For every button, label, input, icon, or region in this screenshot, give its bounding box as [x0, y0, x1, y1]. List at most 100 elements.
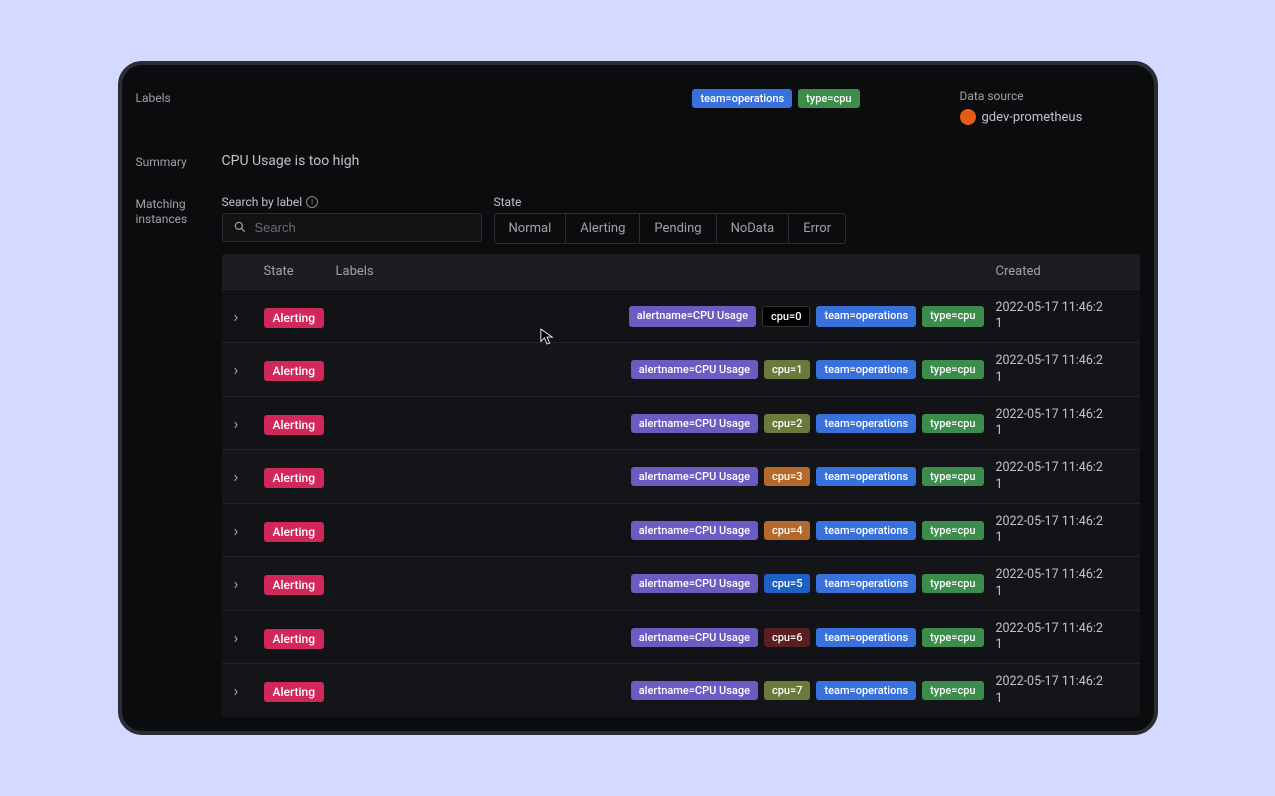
state-tab-pending[interactable]: Pending — [640, 214, 716, 243]
data-source-title: Data source — [960, 89, 1140, 103]
info-icon[interactable]: i — [306, 196, 318, 208]
header-created: Created — [996, 264, 1128, 279]
expand-chevron-icon[interactable]: › — [234, 360, 239, 379]
header-state: State — [264, 264, 320, 279]
label-badge: alertname=CPU Usage — [631, 521, 758, 540]
state-badge: Alerting — [264, 361, 325, 381]
expand-chevron-icon[interactable]: › — [234, 307, 239, 326]
app-window: Labels team=operations type=cpu Data sour… — [118, 61, 1158, 735]
label-badge: type=cpu — [922, 628, 983, 647]
state-badge: Alerting — [264, 468, 325, 488]
label-badge: team=operations — [816, 681, 916, 700]
label-badge: type=cpu — [922, 521, 983, 540]
header-labels: Labels — [332, 264, 984, 279]
state-badge: Alerting — [264, 308, 325, 328]
label-badge: cpu=2 — [764, 414, 810, 433]
label-badge: alertname=CPU Usage — [631, 681, 758, 700]
row-labels: alertname=CPU Usagecpu=5team=operationst… — [332, 574, 984, 593]
label-badge: cpu=4 — [764, 521, 810, 540]
prometheus-icon — [960, 109, 976, 125]
label-badge: alertname=CPU Usage — [631, 360, 758, 379]
label-badge: type=cpu — [798, 89, 859, 108]
state-tab-alerting[interactable]: Alerting — [566, 214, 640, 243]
search-icon — [233, 220, 247, 234]
label-badge: team=operations — [816, 467, 916, 486]
data-source-name-text: gdev-prometheus — [982, 110, 1083, 125]
label-badge: cpu=6 — [764, 628, 810, 647]
row-labels: alertname=CPU Usage cpu=7 team=operations t… — [332, 681, 984, 700]
state-badge: Alerting — [264, 629, 325, 649]
created-timestamp: 2022-05-17 11:46:21 — [996, 674, 1128, 707]
label-badge: team=operations — [816, 521, 916, 540]
label-badge: type=cpu — [922, 467, 983, 486]
label-badge: type=cpu — [922, 360, 983, 379]
created-timestamp: 2022-05-17 11:46:21 — [996, 353, 1128, 386]
table-row: › Alerting alertname=CPU Usage cpu=4 team=op… — [222, 503, 1140, 557]
expand-chevron-icon[interactable]: › — [234, 681, 239, 700]
row-labels: alertname=CPU Usage cpu=3 team=operations t… — [332, 467, 984, 486]
label-badge: cpu=7 — [764, 681, 810, 700]
row-labels: alertname=CPU Usage cpu=2 team=operations t… — [332, 414, 984, 433]
label-badge: cpu=3 — [764, 467, 810, 486]
table-row: › Alerting alertname=CPU Usage cpu=5 team=op… — [222, 556, 1140, 610]
side-label-matching: Matching instances — [136, 195, 222, 228]
rule-labels: team=operations type=cpu — [692, 89, 859, 108]
table-row: › Alerting alertname=CPU Usage cpu=2 team=op… — [222, 396, 1140, 450]
instances-table: State Labels Created › Alerting alertname=… — [222, 254, 1140, 717]
row-labels: alertname=CPU Usage cpu=4 team=operations t… — [332, 521, 984, 540]
expand-chevron-icon[interactable]: › — [234, 521, 239, 540]
state-label: State — [494, 195, 847, 209]
created-timestamp: 2022-05-17 11:46:21 — [996, 567, 1128, 600]
state-tab-normal[interactable]: Normal — [495, 214, 567, 243]
created-timestamp: 2022-05-17 11:46:21 — [996, 300, 1128, 333]
label-badge: cpu=1 — [764, 360, 810, 379]
label-badge: cpu=5 — [764, 574, 810, 593]
label-badge: cpu=0 — [762, 306, 810, 327]
search-label: Search by label i — [222, 195, 482, 209]
label-badge: team=operations — [816, 414, 916, 433]
table-row: › Alerting alertname=CPU Usage cpu=1 team=op… — [222, 342, 1140, 396]
data-source-block: Data source gdev-prometheus — [960, 89, 1140, 125]
label-badge: team=operations — [816, 574, 916, 593]
state-badge: Alerting — [264, 415, 325, 435]
label-badge: type=cpu — [922, 414, 983, 433]
label-badge: team=operations — [816, 628, 916, 647]
search-input[interactable] — [255, 220, 471, 235]
label-badge: type=cpu — [922, 681, 983, 700]
side-label-labels: Labels — [136, 89, 222, 107]
summary-text: CPU Usage is too high — [222, 153, 1140, 169]
search-box[interactable] — [222, 213, 482, 242]
state-badge: Alerting — [264, 522, 325, 542]
data-source-name[interactable]: gdev-prometheus — [960, 109, 1140, 125]
state-tab-error[interactable]: Error — [789, 214, 845, 243]
row-labels: alertname=CPU Usage cpu=1 team=operations t… — [332, 360, 984, 379]
created-timestamp: 2022-05-17 11:46:21 — [996, 407, 1128, 440]
state-badge: Alerting — [264, 575, 325, 595]
row-labels: alertname=CPU Usage cpu=6 team=operations t… — [332, 628, 984, 647]
label-badge: alertname=CPU Usage — [631, 467, 758, 486]
label-badge: alertname=CPU Usage — [629, 306, 756, 327]
expand-chevron-icon[interactable]: › — [234, 467, 239, 486]
table-row: › Alerting alertname=CPU Usage cpu=3 team=op… — [222, 449, 1140, 503]
expand-chevron-icon[interactable]: › — [234, 414, 239, 433]
label-badge: team=operations — [816, 360, 916, 379]
expand-chevron-icon[interactable]: › — [234, 574, 239, 593]
label-badge: alertname=CPU Usage — [631, 414, 758, 433]
table-row: › Alerting alertname=CPU Usage cpu=7 team=op… — [222, 663, 1140, 717]
created-timestamp: 2022-05-17 11:46:21 — [996, 621, 1128, 654]
created-timestamp: 2022-05-17 11:46:21 — [996, 460, 1128, 493]
table-row: › Alerting alertname=CPU Usage cpu=0 team=op… — [222, 289, 1140, 343]
side-label-summary: Summary — [136, 153, 222, 171]
row-labels: alertname=CPU Usagecpu=0team=operationst… — [332, 306, 984, 327]
table-row: › Alerting alertname=CPU Usage cpu=6 team=op… — [222, 610, 1140, 664]
table-header: State Labels Created — [222, 254, 1140, 289]
label-badge: alertname=CPU Usage — [631, 574, 758, 593]
state-filter-tabs: NormalAlertingPendingNoDataError — [494, 213, 847, 244]
state-tab-nodata[interactable]: NoData — [717, 214, 790, 243]
label-badge: team=operations — [816, 306, 916, 327]
created-timestamp: 2022-05-17 11:46:21 — [996, 514, 1128, 547]
label-badge: team=operations — [692, 89, 792, 108]
expand-chevron-icon[interactable]: › — [234, 628, 239, 647]
state-badge: Alerting — [264, 682, 325, 702]
label-badge: alertname=CPU Usage — [631, 628, 758, 647]
